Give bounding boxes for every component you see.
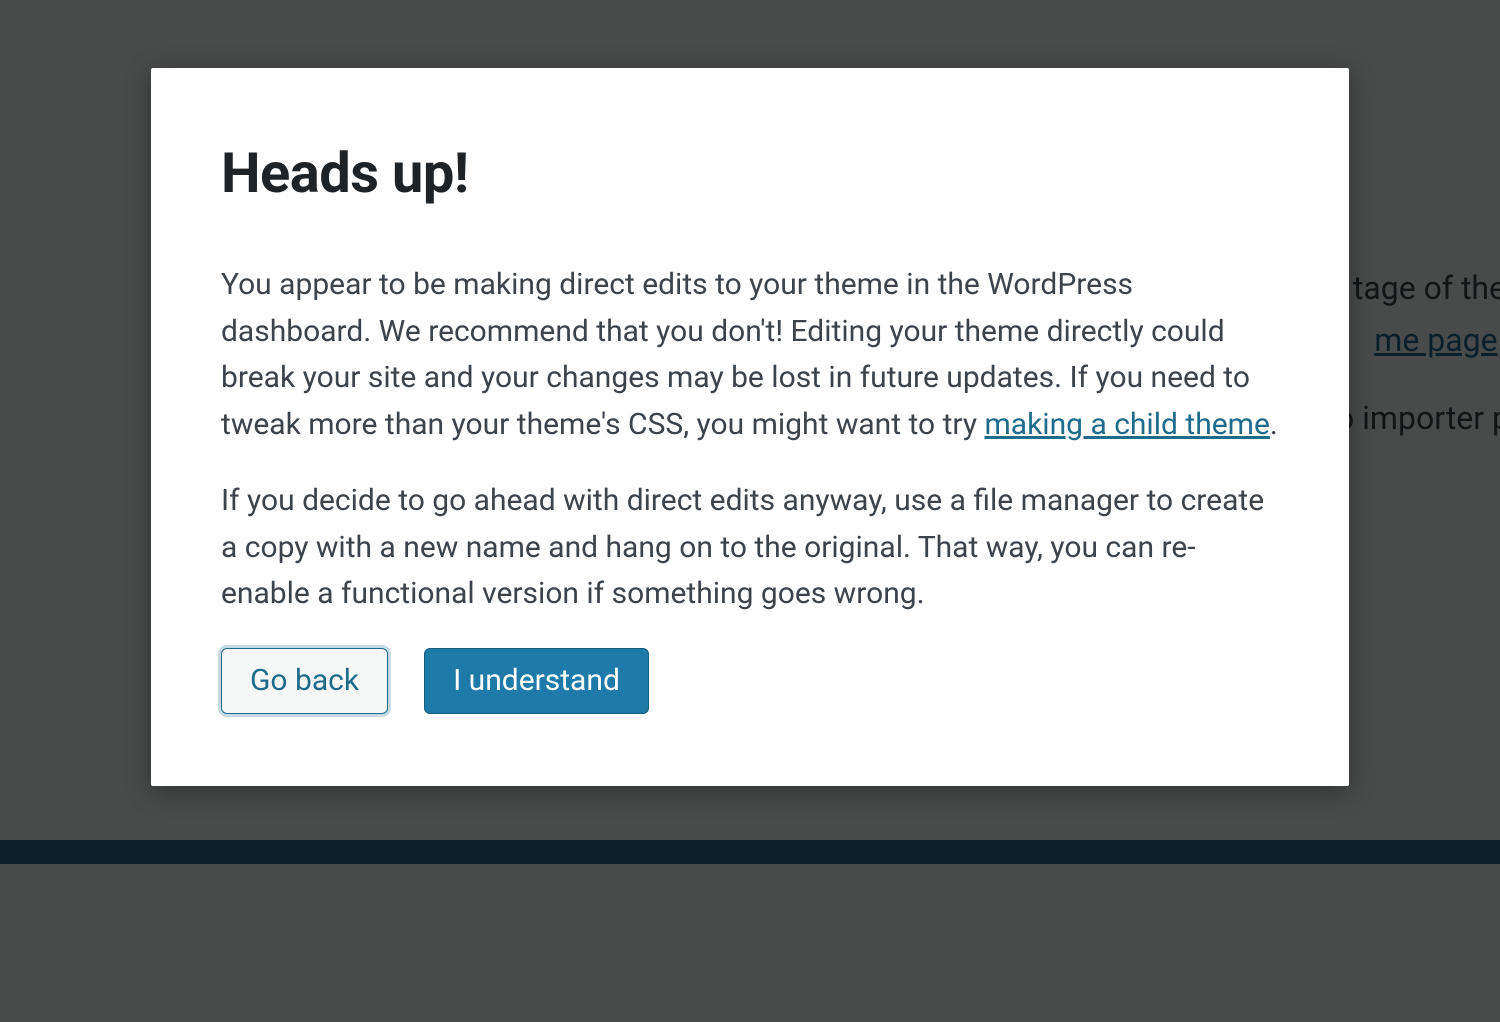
modal-title: Heads up! [221, 140, 1279, 206]
warning-modal: Heads up! You appear to be making direct… [151, 68, 1349, 786]
go-back-button[interactable]: Go back [221, 648, 388, 714]
modal-paragraph: If you decide to go ahead with direct ed… [221, 478, 1279, 618]
modal-paragraph: You appear to be making direct edits to … [221, 262, 1279, 448]
modal-paragraph-text: . [1270, 407, 1278, 442]
i-understand-button[interactable]: I understand [424, 648, 649, 714]
modal-overlay: Heads up! You appear to be making direct… [0, 0, 1500, 1022]
modal-body: You appear to be making direct edits to … [221, 262, 1279, 618]
modal-actions: Go back I understand [221, 648, 1279, 714]
child-theme-link[interactable]: making a child theme [984, 407, 1269, 442]
